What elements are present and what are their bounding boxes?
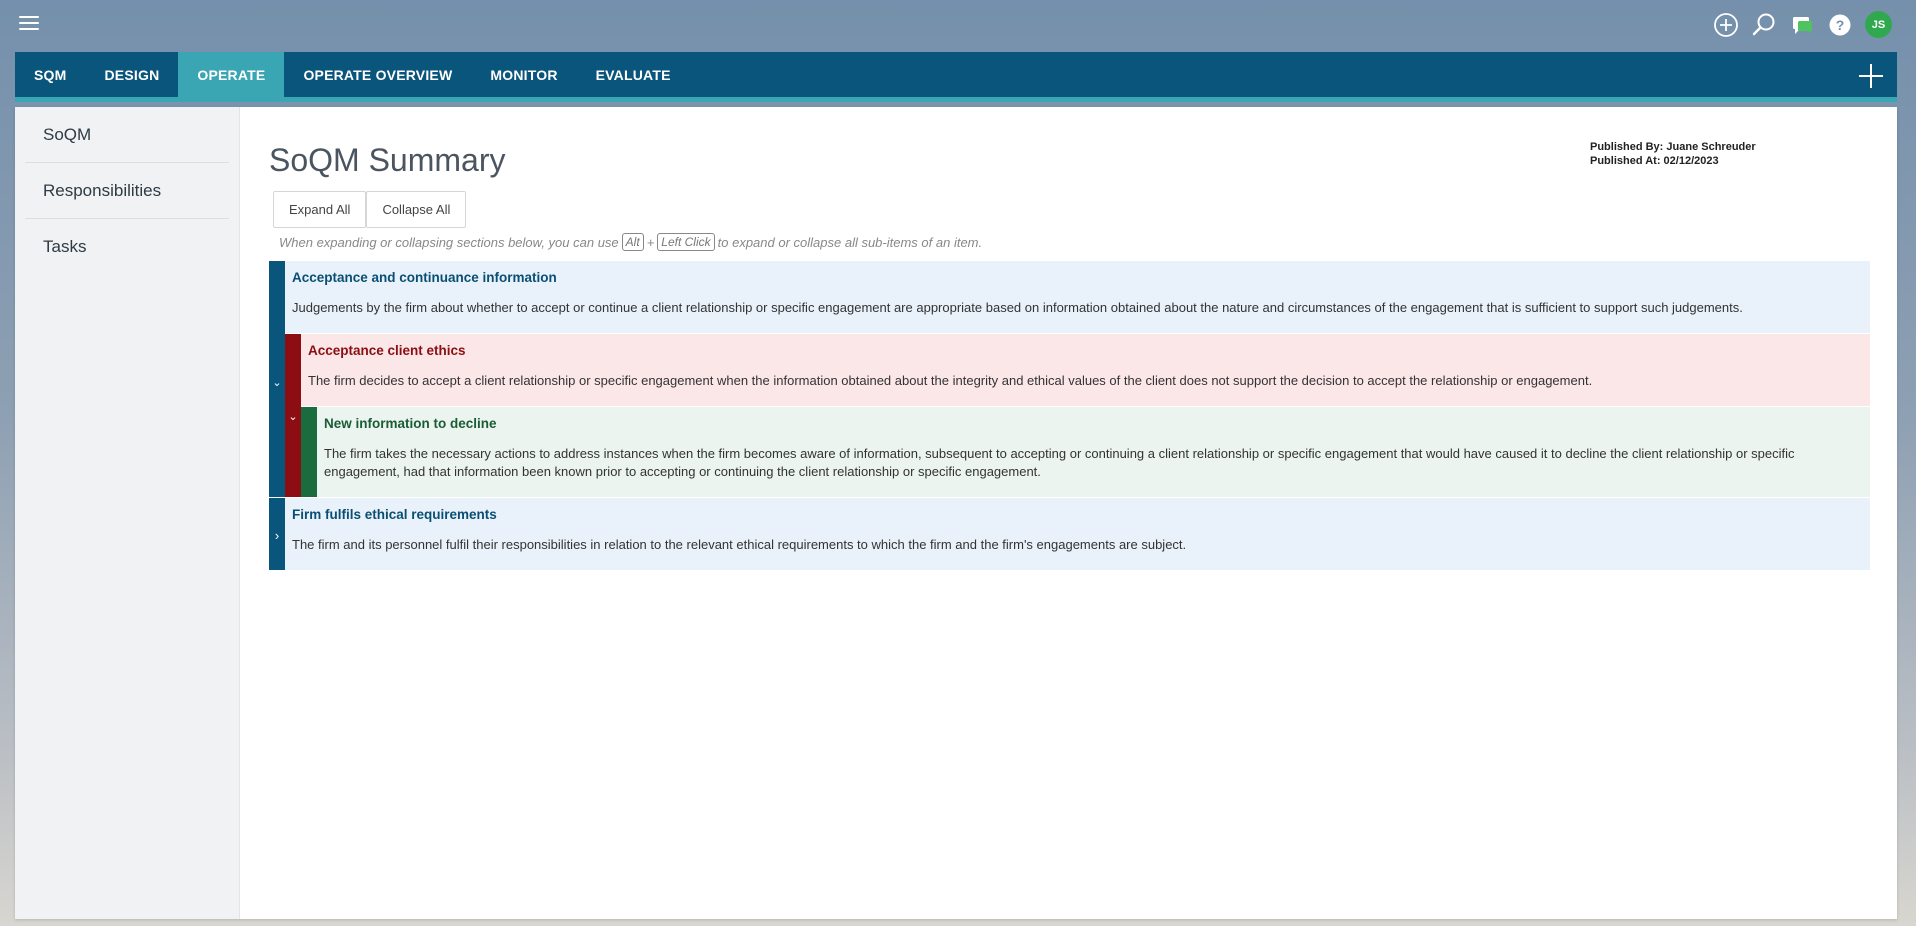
published-info: Published By: Juane Schreuder Published … <box>1590 140 1756 168</box>
expand-collapse-buttons: Expand All Collapse All <box>273 191 467 228</box>
sidebar-item-responsibilities[interactable]: Responsibilities <box>25 163 229 219</box>
tab-evaluate[interactable]: EVALUATE <box>577 52 690 98</box>
expand-all-button[interactable]: Expand All <box>273 191 367 228</box>
tab-operate[interactable]: OPERATE <box>178 52 285 98</box>
tree-item-acceptance-continuance: ⌄ Acceptance and continuance information… <box>269 261 1870 497</box>
page-title: SoQM Summary <box>269 142 506 178</box>
plus-icon[interactable] <box>1859 64 1883 88</box>
summary-tree: ⌄ Acceptance and continuance information… <box>269 261 1870 570</box>
expand-toggle-acceptance-continuance[interactable]: ⌄ <box>269 261 285 497</box>
tree-item-description: The firm and its personnel fulfil their … <box>292 537 1187 552</box>
avatar[interactable]: JS <box>1865 11 1892 38</box>
add-circle-icon[interactable] <box>1713 12 1739 38</box>
main-content: SoQM Summary Published By: Juane Schreud… <box>241 107 1897 919</box>
tree-item-new-information-decline: New information to decline The firm take… <box>301 406 1870 497</box>
hamburger-icon[interactable] <box>19 16 39 32</box>
published-at: Published At: 02/12/2023 <box>1590 155 1719 167</box>
expand-toggle-firm-fulfils-ethical[interactable]: › <box>269 498 285 570</box>
chevron-right-icon: › <box>274 528 280 543</box>
tab-sqm[interactable]: SQM <box>15 52 86 98</box>
top-icons: ? JS <box>1713 11 1892 38</box>
tree-item-description: The firm decides to accept a client rela… <box>308 373 1593 388</box>
chevron-down-icon: ⌄ <box>272 377 282 389</box>
expand-toggle-new-information-decline[interactable] <box>301 407 317 497</box>
sidebar-item-tasks[interactable]: Tasks <box>25 219 229 275</box>
expand-toggle-acceptance-client-ethics[interactable]: ⌄ <box>285 334 301 497</box>
tree-item-description: The firm takes the necessary actions to … <box>324 446 1795 479</box>
top-bar: ? JS <box>0 0 1916 48</box>
search-icon[interactable] <box>1751 12 1777 38</box>
published-by: Published By: Juane Schreuder <box>1590 141 1756 153</box>
hint-plus: + <box>646 234 655 250</box>
alt-key: Alt <box>621 233 644 251</box>
tree-item-title: Acceptance client ethics <box>308 343 466 358</box>
tab-monitor[interactable]: MONITOR <box>471 52 576 98</box>
sidebar: SoQM Responsibilities Tasks <box>15 107 240 919</box>
chevron-down-icon: ⌄ <box>288 411 298 423</box>
content-panel: SoQM Responsibilities Tasks SoQM Summary… <box>15 107 1897 919</box>
hint-before: When expanding or collapsing sections be… <box>279 234 619 250</box>
tree-item-title: New information to decline <box>324 416 497 431</box>
tree-item-title: Acceptance and continuance information <box>292 270 557 285</box>
tree-item-firm-fulfils-ethical: › Firm fulfils ethical requirements The … <box>269 497 1870 570</box>
svg-text:?: ? <box>1836 17 1845 33</box>
tab-design[interactable]: DESIGN <box>86 52 179 98</box>
tree-item-acceptance-client-ethics: ⌄ Acceptance client ethics The firm deci… <box>285 333 1870 497</box>
collapse-all-button[interactable]: Collapse All <box>366 191 467 228</box>
left-click-key: Left Click <box>657 233 715 251</box>
tab-operate-overview[interactable]: OPERATE OVERVIEW <box>284 52 471 98</box>
tree-item-description: Judgements by the firm about whether to … <box>292 300 1743 315</box>
hint-after: to expand or collapse all sub-items of a… <box>717 234 983 250</box>
chat-icon[interactable] <box>1789 12 1815 38</box>
tree-item-title: Firm fulfils ethical requirements <box>292 507 497 522</box>
hint-text: When expanding or collapsing sections be… <box>279 233 982 251</box>
sidebar-item-soqm[interactable]: SoQM <box>25 107 229 163</box>
help-icon[interactable]: ? <box>1827 12 1853 38</box>
main-nav: SQM DESIGN OPERATE OPERATE OVERVIEW MONI… <box>15 52 1897 102</box>
